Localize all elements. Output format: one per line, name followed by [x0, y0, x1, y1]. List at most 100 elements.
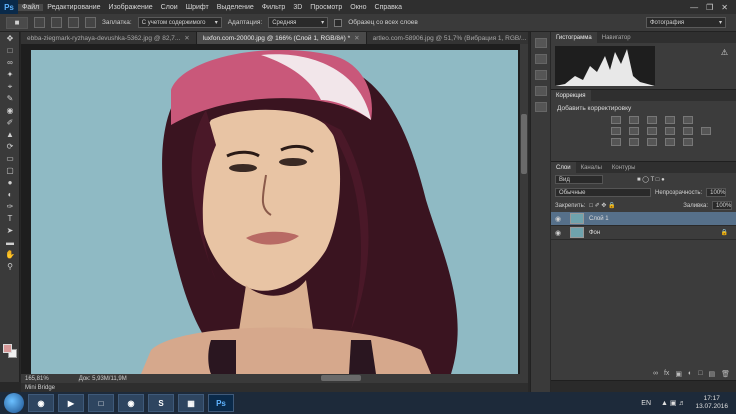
lock-icons[interactable]: □ ✐ ✥ 🔒 — [589, 202, 615, 209]
media-player-icon[interactable]: ▶ — [58, 394, 84, 412]
type-tool-icon[interactable]: T — [3, 213, 17, 224]
document-image[interactable] — [31, 50, 518, 374]
levels-icon[interactable] — [629, 116, 639, 124]
adjustment-layer-icon[interactable]: ◐ — [688, 370, 692, 378]
curves-icon[interactable] — [647, 116, 657, 124]
skype-icon[interactable]: S — [148, 394, 174, 412]
gradient-tool-icon[interactable]: ▢ — [3, 165, 17, 176]
actions-panel-icon[interactable] — [535, 54, 547, 64]
selection-add-icon[interactable] — [51, 17, 62, 28]
gradient-map-icon[interactable] — [665, 138, 675, 146]
sample-all-layers-checkbox[interactable] — [334, 18, 343, 27]
tray-icons[interactable]: ▲ ▣ ♬ — [661, 399, 685, 407]
chrome-icon-2[interactable]: ◉ — [118, 394, 144, 412]
photo-filter-icon[interactable] — [665, 127, 675, 135]
threshold-icon[interactable] — [647, 138, 657, 146]
shape-tool-icon[interactable]: ▬ — [3, 237, 17, 248]
opacity-input[interactable]: 100% — [706, 188, 727, 197]
tab-histogram[interactable]: Гистограмма — [551, 32, 597, 43]
visibility-eye-icon[interactable]: ◉ — [555, 215, 565, 223]
restore-icon[interactable]: ❐ — [706, 3, 713, 12]
menu-image[interactable]: Изображение — [105, 4, 157, 11]
fill-input[interactable]: 100% — [712, 201, 732, 210]
menu-file[interactable]: Файл — [18, 3, 44, 11]
tab-document-2[interactable]: luxfon.com-20000.jpg @ 166% (Слой 1, RGB… — [196, 32, 367, 44]
dodge-tool-icon[interactable]: ◐ — [3, 189, 17, 200]
chrome-icon[interactable]: ◉ — [28, 394, 54, 412]
pen-tool-icon[interactable]: ✑ — [3, 201, 17, 212]
warning-icon[interactable]: ⚠ — [721, 48, 728, 57]
filter-icons[interactable]: ■ ◯ T □ ● — [637, 176, 665, 183]
tab-document-3[interactable]: artleo.com-58906.jpg @ 51,7% (Вибрация 1… — [366, 32, 528, 44]
history-brush-tool-icon[interactable]: ⟳ — [3, 141, 17, 152]
history-panel-icon[interactable] — [535, 38, 547, 48]
tab-navigator[interactable]: Навигатор — [597, 32, 636, 43]
menu-layers[interactable]: Слои — [157, 4, 182, 11]
menu-edit[interactable]: Редактирование — [43, 4, 104, 11]
menu-select[interactable]: Выделение — [213, 4, 258, 11]
zoom-level[interactable]: 165,81% — [25, 376, 49, 382]
black-white-icon[interactable] — [647, 127, 657, 135]
tab-adjustments[interactable]: Коррекция — [551, 90, 591, 101]
blur-tool-icon[interactable]: ● — [3, 177, 17, 188]
app-icon[interactable]: ▦ — [178, 394, 204, 412]
crop-tool-icon[interactable]: ⌖ — [3, 81, 17, 92]
menu-window[interactable]: Окно — [346, 4, 370, 11]
vibrance-icon[interactable] — [683, 116, 693, 124]
new-layer-icon[interactable]: ▤ — [708, 370, 715, 378]
posterize-icon[interactable] — [629, 138, 639, 146]
exposure-icon[interactable] — [665, 116, 675, 124]
visibility-eye-icon[interactable]: ◉ — [555, 229, 565, 237]
selection-intersect-icon[interactable] — [85, 17, 96, 28]
color-balance-icon[interactable] — [629, 127, 639, 135]
hue-saturation-icon[interactable] — [611, 127, 621, 135]
brush-tool-icon[interactable]: ✐ — [3, 117, 17, 128]
canvas-area[interactable] — [21, 44, 528, 374]
blend-mode-select[interactable]: Обычные — [555, 188, 651, 197]
layer-row-background[interactable]: ◉ Фон 🔒 — [551, 226, 736, 240]
healing-tool-icon[interactable]: ◉ — [3, 105, 17, 116]
hand-tool-icon[interactable]: ✋ — [3, 249, 17, 260]
menu-type[interactable]: Шрифт — [182, 4, 213, 11]
menu-3d[interactable]: 3D — [289, 4, 306, 11]
zoom-tool-icon[interactable]: ⚲ — [3, 261, 17, 272]
menu-help[interactable]: Справка — [371, 4, 406, 11]
clock[interactable]: 17:17 13.07.2016 — [695, 395, 728, 411]
marquee-tool-icon[interactable]: □ — [3, 45, 17, 56]
move-tool-icon[interactable]: ✥ — [3, 33, 17, 44]
horizontal-scrollbar-thumb[interactable] — [321, 375, 361, 381]
eraser-tool-icon[interactable]: ▭ — [3, 153, 17, 164]
language-indicator[interactable]: EN — [641, 400, 651, 407]
layer-filter-select[interactable]: Вид — [555, 175, 603, 184]
brush-panel-icon[interactable] — [535, 102, 547, 112]
folder-icon[interactable]: □ — [88, 394, 114, 412]
mask-icon[interactable]: ▣ — [675, 370, 682, 378]
adaptation-select[interactable]: Средняя ▾ — [268, 17, 329, 28]
minimize-icon[interactable]: — — [690, 3, 698, 12]
vertical-scrollbar[interactable] — [520, 44, 528, 374]
tab-paths[interactable]: Контуры — [607, 162, 641, 173]
tab-channels[interactable]: Каналы — [576, 162, 607, 173]
color-lookup-icon[interactable] — [701, 127, 711, 135]
scrollbar-thumb[interactable] — [521, 114, 527, 174]
channel-mixer-icon[interactable] — [683, 127, 693, 135]
lasso-tool-icon[interactable]: ∞ — [3, 57, 17, 68]
group-icon[interactable]: □ — [698, 370, 702, 378]
selection-subtract-icon[interactable] — [68, 17, 79, 28]
patch-tool-icon[interactable]: ■ — [6, 16, 28, 29]
link-icon[interactable]: ∞ — [653, 370, 658, 378]
menu-filter[interactable]: Фильтр — [258, 4, 290, 11]
tab-document-1[interactable]: ebba-ziegmark-ryzhaya-devushka-5362.jpg … — [21, 32, 197, 44]
brightness-icon[interactable] — [611, 116, 621, 124]
eyedropper-tool-icon[interactable]: ✎ — [3, 93, 17, 104]
foreground-color-swatch[interactable] — [3, 344, 12, 353]
workspace-select[interactable]: Фотография ▾ — [646, 17, 726, 28]
close-icon[interactable]: ✕ — [721, 3, 728, 12]
invert-icon[interactable] — [611, 138, 621, 146]
path-select-tool-icon[interactable]: ➤ — [3, 225, 17, 236]
start-button[interactable] — [4, 393, 24, 413]
layer-row-layer1[interactable]: ◉ Слой 1 — [551, 212, 736, 226]
photoshop-taskbar-icon[interactable]: Ps — [208, 394, 234, 412]
properties-panel-icon[interactable] — [535, 86, 547, 96]
info-panel-icon[interactable] — [535, 70, 547, 80]
